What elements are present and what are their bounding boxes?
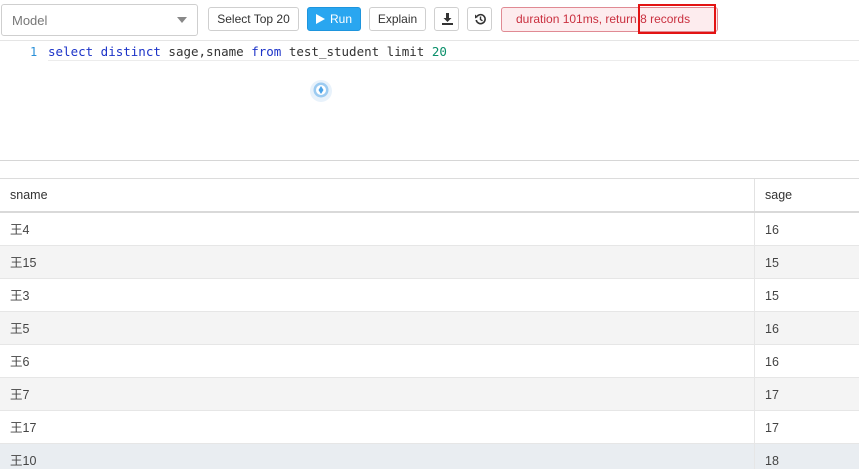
download-button[interactable]	[434, 7, 459, 31]
cell-sname: 王6	[0, 345, 755, 378]
cell-sname: 王10	[0, 444, 755, 469]
cell-sage: 18	[765, 454, 779, 468]
cell-sage: 17	[765, 388, 779, 402]
cell-sname: 王15	[0, 246, 755, 279]
code-number: 20	[431, 44, 447, 59]
table-row[interactable]: 王15 15	[0, 246, 859, 279]
table-row[interactable]: 王3 15	[0, 279, 859, 312]
table-row[interactable]: 王4 16	[0, 213, 859, 246]
model-select-value: Model	[12, 13, 48, 28]
history-button[interactable]	[467, 7, 492, 31]
column-header-sname[interactable]: sname	[0, 179, 755, 211]
play-icon	[315, 14, 325, 24]
cell-sage: 15	[765, 289, 779, 303]
code-keyword: select distinct	[48, 44, 161, 59]
toolbar: Model Select Top 20 Run Explain duration…	[0, 0, 859, 40]
cell-sname: 王3	[0, 279, 755, 312]
loading-cursor-icon	[310, 80, 332, 102]
code-columns: sage,sname	[160, 44, 252, 59]
cell-sage: 16	[765, 355, 779, 369]
cell-sname: 王7	[0, 378, 755, 411]
cell-sage: 16	[765, 223, 779, 237]
cell-sname: 王5	[0, 312, 755, 345]
highlight-box	[638, 4, 716, 34]
code-table: test_student limit	[281, 44, 432, 59]
sql-editor[interactable]: 1 select distinct sage,sname from test_s…	[0, 40, 859, 161]
select-top-button[interactable]: Select Top 20	[208, 7, 299, 31]
table-header: sname sage	[0, 179, 859, 213]
cell-sage: 15	[765, 256, 779, 270]
chevron-down-icon	[177, 17, 187, 23]
run-button-label: Run	[329, 12, 352, 26]
history-icon	[475, 13, 486, 25]
cell-sname: 王4	[0, 213, 755, 246]
column-header-sage[interactable]: sage	[755, 179, 859, 211]
table-row[interactable]: 王6 16	[0, 345, 859, 378]
table-row[interactable]: 王10 18	[0, 444, 859, 469]
cell-sname: 王17	[0, 411, 755, 444]
explain-button[interactable]: Explain	[369, 7, 426, 31]
result-table: sname sage 王4 16 王15 15 王3 15 王5 16 王6 1…	[0, 178, 859, 469]
table-row[interactable]: 王7 17	[0, 378, 859, 411]
run-button[interactable]: Run	[307, 7, 361, 31]
model-select[interactable]: Model	[1, 4, 198, 36]
code-line[interactable]: select distinct sage,sname from test_stu…	[48, 44, 859, 61]
code-keyword-from: from	[251, 44, 282, 59]
cell-sage: 16	[765, 322, 779, 336]
cell-sage: 17	[765, 421, 779, 435]
download-icon	[442, 13, 453, 25]
table-row[interactable]: 王5 16	[0, 312, 859, 345]
line-number: 1	[30, 45, 38, 59]
table-row[interactable]: 王17 17	[0, 411, 859, 444]
